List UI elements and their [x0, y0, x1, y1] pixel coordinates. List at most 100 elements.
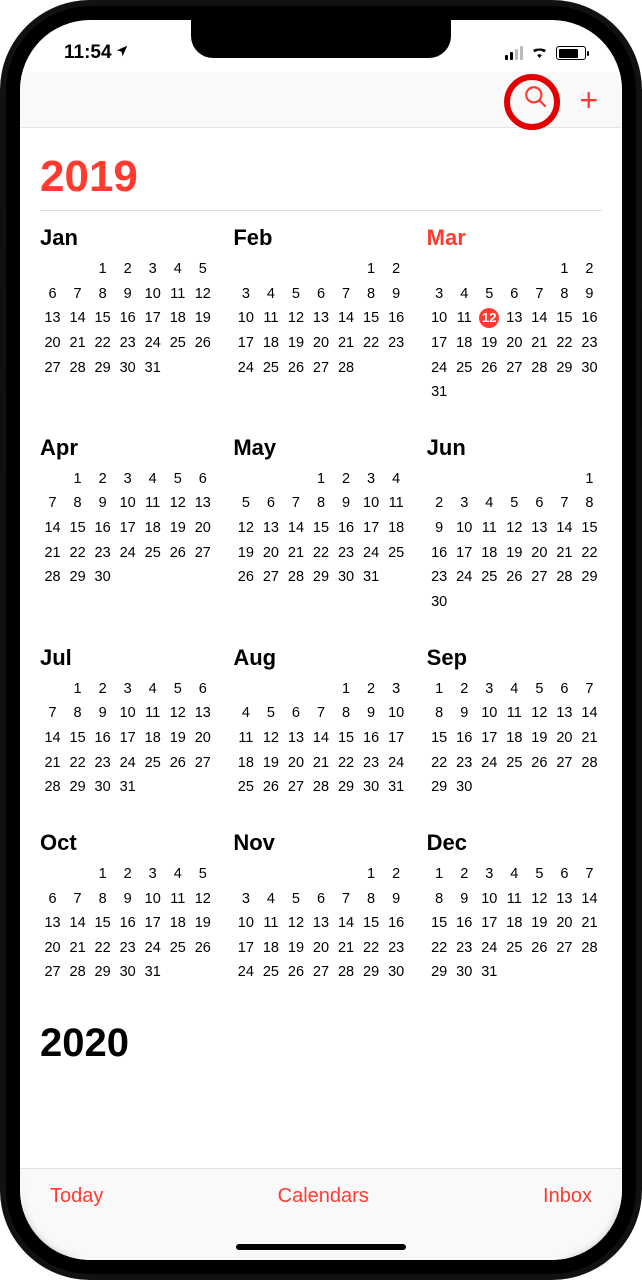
day-cell: 14: [283, 516, 308, 541]
day-cell: 24: [427, 356, 452, 381]
month-jan[interactable]: Jan 123456789101112131415161718192021222…: [40, 225, 215, 405]
day-cell: 27: [552, 751, 577, 776]
day-cell: 1: [427, 677, 452, 702]
day-cell: 16: [90, 726, 115, 751]
month-name: Feb: [233, 225, 408, 251]
day-cell: 14: [40, 726, 65, 751]
day-cell: 1: [359, 862, 384, 887]
day-cell: 25: [502, 936, 527, 961]
day-cell: 14: [527, 306, 552, 331]
day-cell: 18: [477, 541, 502, 566]
day-cell: 21: [308, 751, 333, 776]
month-sep[interactable]: Sep1234567891011121314151617181920212223…: [427, 645, 602, 800]
day-cell: 31: [359, 565, 384, 590]
day-cell: 20: [552, 911, 577, 936]
add-event-button[interactable]: +: [579, 84, 598, 116]
day-cell: 2: [115, 257, 140, 282]
day-cell: 17: [452, 541, 477, 566]
month-jun[interactable]: Jun 123456789101112131415161718192021222…: [427, 435, 602, 615]
day-cell: 2: [115, 862, 140, 887]
day-cell: 9: [384, 887, 409, 912]
day-cell: 19: [165, 726, 190, 751]
day-cell: 31: [477, 960, 502, 985]
search-button[interactable]: [523, 84, 549, 115]
day-cell: 29: [90, 960, 115, 985]
today-button[interactable]: Today: [50, 1185, 103, 1208]
day-cell: 25: [258, 356, 283, 381]
year-view-content[interactable]: 2019 Jan 1234567891011121314151617181920…: [20, 128, 622, 1190]
day-cell: 25: [165, 936, 190, 961]
day-cell: 8: [427, 701, 452, 726]
day-cell: 9: [334, 491, 359, 516]
day-cell: 5: [190, 862, 215, 887]
day-cell: 12: [502, 516, 527, 541]
day-cell: 21: [334, 936, 359, 961]
cellular-signal-icon: [505, 46, 523, 60]
day-cell: 16: [427, 541, 452, 566]
day-cell: 25: [233, 775, 258, 800]
day-cell: 30: [427, 590, 452, 615]
month-aug[interactable]: Aug 123456789101112131415161718192021222…: [233, 645, 408, 800]
day-cell: 5: [477, 282, 502, 307]
month-mar[interactable]: Mar 123456789101112131415161718192021222…: [427, 225, 602, 405]
day-cell: 23: [384, 936, 409, 961]
day-cell: 2: [359, 677, 384, 702]
day-cell: 6: [40, 887, 65, 912]
month-name: Jan: [40, 225, 215, 251]
day-cell: 6: [552, 677, 577, 702]
calendars-button[interactable]: Calendars: [278, 1185, 369, 1208]
day-cell: 24: [115, 751, 140, 776]
day-cell: 18: [452, 331, 477, 356]
month-jul[interactable]: Jul 123456789101112131415161718192021222…: [40, 645, 215, 800]
day-cell: 3: [477, 862, 502, 887]
day-cell: 2: [577, 257, 602, 282]
day-grid: 1234567891011121314151617181920212223242…: [427, 677, 602, 800]
day-cell: 2: [452, 862, 477, 887]
day-cell: 12: [527, 887, 552, 912]
day-cell: 24: [477, 936, 502, 961]
day-cell: 1: [65, 677, 90, 702]
month-feb[interactable]: Feb 123456789101112131415161718192021222…: [233, 225, 408, 405]
day-cell: 17: [477, 911, 502, 936]
day-cell: 9: [359, 701, 384, 726]
day-cell: 6: [552, 862, 577, 887]
day-cell: 27: [283, 775, 308, 800]
home-indicator[interactable]: [236, 1244, 406, 1250]
month-may[interactable]: May 123456789101112131415161718192021222…: [233, 435, 408, 615]
day-cell: 26: [165, 751, 190, 776]
day-cell: 25: [477, 565, 502, 590]
day-cell: 1: [427, 862, 452, 887]
day-cell: 30: [334, 565, 359, 590]
day-cell: 11: [477, 516, 502, 541]
month-oct[interactable]: Oct 123456789101112131415161718192021222…: [40, 830, 215, 985]
day-cell: 13: [308, 911, 333, 936]
day-cell: 8: [552, 282, 577, 307]
day-cell: 1: [90, 862, 115, 887]
day-cell: 23: [359, 751, 384, 776]
day-cell: 15: [577, 516, 602, 541]
day-cell: 13: [40, 306, 65, 331]
day-cell: 17: [359, 516, 384, 541]
day-cell: 12: [258, 726, 283, 751]
day-cell: 17: [140, 306, 165, 331]
month-nov[interactable]: Nov 123456789101112131415161718192021222…: [233, 830, 408, 985]
day-cell: 15: [308, 516, 333, 541]
day-cell: 8: [90, 887, 115, 912]
day-cell: 27: [258, 565, 283, 590]
day-cell: 23: [384, 331, 409, 356]
day-cell: 18: [384, 516, 409, 541]
month-dec[interactable]: Dec1234567891011121314151617181920212223…: [427, 830, 602, 985]
month-apr[interactable]: Apr 123456789101112131415161718192021222…: [40, 435, 215, 615]
day-cell: 4: [502, 862, 527, 887]
day-cell: 22: [427, 751, 452, 776]
today-cell: 12: [479, 308, 499, 328]
day-cell: 11: [165, 887, 190, 912]
day-cell: 17: [384, 726, 409, 751]
day-cell: 12: [165, 491, 190, 516]
day-cell: 14: [40, 516, 65, 541]
day-cell: 26: [190, 331, 215, 356]
day-cell: 14: [334, 306, 359, 331]
day-cell: 15: [90, 306, 115, 331]
inbox-button[interactable]: Inbox: [543, 1185, 592, 1208]
day-grid: 1234567891011121314151617181920212223242…: [427, 467, 602, 615]
